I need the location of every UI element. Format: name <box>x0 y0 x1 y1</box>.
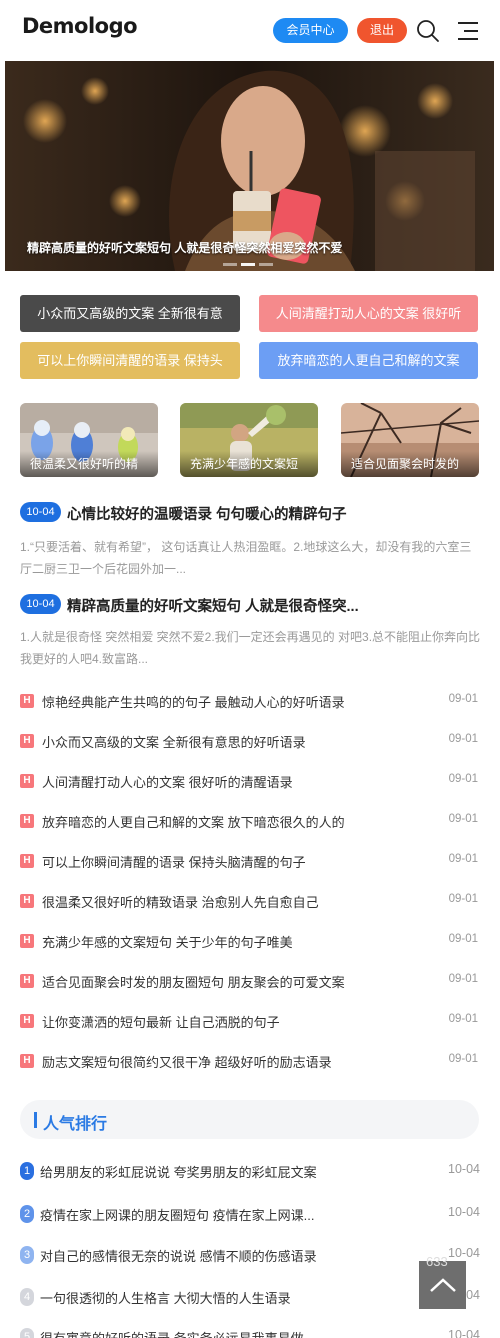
list-item[interactable]: H 人间清醒打动人心的文案 很好听的清醒语录 09-01 <box>20 771 480 791</box>
list-item-title[interactable]: 小众而又高级的文案 全新很有意思的好听语录 <box>42 732 306 751</box>
thumbnail-card[interactable]: 很温柔又很好听的精 <box>20 403 158 477</box>
ranking-item-title[interactable]: 疫情在家上网课的朋友圈短句 疫情在家上网课... <box>40 1205 314 1224</box>
hero-banner[interactable]: 精辟高质量的好听文案短句 人就是很奇怪突然相爱突然不爱 <box>5 61 494 271</box>
list-item[interactable]: H 适合见面聚会时发的朋友圈短句 朋友聚会的可爱文案 09-01 <box>20 971 480 991</box>
list-item-title[interactable]: 充满少年感的文案短句 关于少年的句子唯美 <box>42 932 293 951</box>
rank-number: 2 <box>20 1205 34 1223</box>
back-to-top-counter: 633 <box>426 1254 448 1269</box>
back-to-top-button[interactable]: 633 <box>419 1254 466 1309</box>
list-item-title[interactable]: 适合见面聚会时发的朋友圈短句 朋友聚会的可爱文案 <box>42 972 345 991</box>
list-item-date: 09-01 <box>448 693 478 705</box>
list-item-title[interactable]: 惊艳经典能产生共鸣的的句子 最触动人心的好听语录 <box>42 692 345 711</box>
date-badge: 10-04 <box>20 502 61 522</box>
list-item-title[interactable]: 励志文案短句很简约又很干净 超级好听的励志语录 <box>42 1052 332 1071</box>
hot-badge: H <box>20 1054 34 1068</box>
list-item-date: 09-01 <box>448 773 478 785</box>
section-accent-bar <box>34 1112 37 1128</box>
date-badge: 10-04 <box>20 594 61 614</box>
tag-button[interactable]: 小众而又高级的文案 全新很有意 <box>20 295 240 332</box>
ranking-item-date: 10-04 <box>448 1246 480 1260</box>
list-item-date: 09-01 <box>448 853 478 865</box>
ranking-item[interactable]: 3 对自己的感情很无奈的说说 感情不顺的伤感语录 10-04 <box>20 1244 480 1264</box>
ranking-item-date: 10-04 <box>448 1328 480 1338</box>
list-item[interactable]: H 放弃暗恋的人更自己和解的文案 放下暗恋很久的人的 09-01 <box>20 811 480 831</box>
ranking-item-title[interactable]: 一句很透彻的人生格言 大彻大悟的人生语录 <box>40 1288 291 1307</box>
hot-badge: H <box>20 854 34 868</box>
ranking-item[interactable]: 1 给男朋友的彩虹屁说说 夸奖男朋友的彩虹屁文案 10-04 <box>20 1160 480 1180</box>
list-item[interactable]: H 可以上你瞬间清醒的语录 保持头脑清醒的句子 09-01 <box>20 851 480 871</box>
tag-button[interactable]: 放弃暗恋的人更自己和解的文案 <box>259 342 478 379</box>
rank-number: 1 <box>20 1162 34 1180</box>
thumbnail-card[interactable]: 充满少年感的文案短 <box>180 403 318 477</box>
list-item[interactable]: H 让你变潇洒的短句最新 让自己洒脱的句子 09-01 <box>20 1011 480 1031</box>
list-item-title[interactable]: 可以上你瞬间清醒的语录 保持头脑清醒的句子 <box>42 852 306 871</box>
menu-icon[interactable] <box>456 20 480 42</box>
search-icon[interactable] <box>416 19 440 43</box>
tag-button[interactable]: 可以上你瞬间清醒的语录 保持头 <box>20 342 240 379</box>
list-item-title[interactable]: 人间清醒打动人心的文案 很好听的清醒语录 <box>42 772 293 791</box>
chevron-up-icon <box>430 1278 456 1292</box>
list-item[interactable]: H 小众而又高级的文案 全新很有意思的好听语录 09-01 <box>20 731 480 751</box>
ranking-item-title[interactable]: 很有寓意的好听的语录 务实务必远易我事易做 <box>40 1328 304 1338</box>
thumbnail-label[interactable]: 适合见面聚会时发的 <box>341 451 479 477</box>
ranking-item[interactable]: 2 疫情在家上网课的朋友圈短句 疫情在家上网课... 10-04 <box>20 1203 480 1223</box>
site-header: Demologo 会员中心 退出 <box>0 0 500 60</box>
thumbnail-card[interactable]: 适合见面聚会时发的 <box>341 403 479 477</box>
list-item-title[interactable]: 很温柔又很好听的精致语录 治愈别人先自愈自己 <box>42 892 319 911</box>
list-item-title[interactable]: 让你变潇洒的短句最新 让自己洒脱的句子 <box>42 1012 280 1031</box>
ranking-item[interactable]: 4 一句很透彻的人生格言 大彻大悟的人生语录 10-04 <box>20 1286 480 1306</box>
list-item-date: 09-01 <box>448 893 478 905</box>
list-item-date: 09-01 <box>448 933 478 945</box>
hero-dot[interactable] <box>259 263 273 266</box>
hot-badge: H <box>20 894 34 908</box>
rank-number: 5 <box>20 1328 34 1338</box>
hot-badge: H <box>20 734 34 748</box>
list-item-title[interactable]: 放弃暗恋的人更自己和解的文案 放下暗恋很久的人的 <box>42 812 345 831</box>
hot-badge: H <box>20 974 34 988</box>
list-item-date: 09-01 <box>448 973 478 985</box>
featured-title[interactable]: 精辟高质量的好听文案短句 人就是很奇怪突... <box>67 595 359 616</box>
ranking-section-header: 人气排行 <box>20 1100 479 1139</box>
hot-badge: H <box>20 774 34 788</box>
ranking-item-date: 10-04 <box>448 1162 480 1176</box>
member-center-button[interactable]: 会员中心 <box>273 18 348 43</box>
ranking-item[interactable]: 5 很有寓意的好听的语录 务实务必远易我事易做 10-04 <box>20 1326 480 1338</box>
list-item-date: 09-01 <box>448 733 478 745</box>
ranking-title: 人气排行 <box>43 1116 108 1133</box>
hero-caption[interactable]: 精辟高质量的好听文案短句 人就是很奇怪突然相爱突然不爱 <box>27 239 342 256</box>
site-logo[interactable]: Demologo <box>22 14 138 38</box>
featured-desc: 1.人就是很奇怪 突然相爱 突然不爱2.我们一定还会再遇见的 对吧3.总不能阻止… <box>20 630 481 666</box>
ranking-item-date: 10-04 <box>448 1205 480 1219</box>
list-item-date: 09-01 <box>448 813 478 825</box>
list-item[interactable]: H 励志文案短句很简约又很干净 超级好听的励志语录 09-01 <box>20 1051 480 1071</box>
featured-title[interactable]: 心情比较好的温暖语录 句句暖心的精辟句子 <box>67 503 347 524</box>
list-item[interactable]: H 充满少年感的文案短句 关于少年的句子唯美 09-01 <box>20 931 480 951</box>
hot-badge: H <box>20 1014 34 1028</box>
hero-dot-active[interactable] <box>241 263 255 266</box>
hot-badge: H <box>20 814 34 828</box>
list-item[interactable]: H 惊艳经典能产生共鸣的的句子 最触动人心的好听语录 09-01 <box>20 691 480 711</box>
list-item-date: 09-01 <box>448 1053 478 1065</box>
thumbnail-label[interactable]: 充满少年感的文案短 <box>180 451 318 477</box>
list-item[interactable]: H 很温柔又很好听的精致语录 治愈别人先自愈自己 09-01 <box>20 891 480 911</box>
hero-pagination[interactable] <box>223 263 273 266</box>
hero-dot[interactable] <box>223 263 237 266</box>
tag-button[interactable]: 人间清醒打动人心的文案 很好听 <box>259 295 478 332</box>
ranking-item-title[interactable]: 对自己的感情很无奈的说说 感情不顺的伤感语录 <box>40 1246 317 1265</box>
rank-number: 4 <box>20 1288 34 1306</box>
ranking-item-title[interactable]: 给男朋友的彩虹屁说说 夸奖男朋友的彩虹屁文案 <box>40 1162 317 1181</box>
list-item-date: 09-01 <box>448 1013 478 1025</box>
hot-badge: H <box>20 694 34 708</box>
hot-badge: H <box>20 934 34 948</box>
logout-button[interactable]: 退出 <box>357 18 407 43</box>
thumbnail-label[interactable]: 很温柔又很好听的精 <box>20 451 158 477</box>
rank-number: 3 <box>20 1246 34 1264</box>
featured-desc: 1.“只要活着、就有希望”， 这句话真让人热泪盈眶。2.地球这么大，却没有我的六… <box>20 540 472 576</box>
